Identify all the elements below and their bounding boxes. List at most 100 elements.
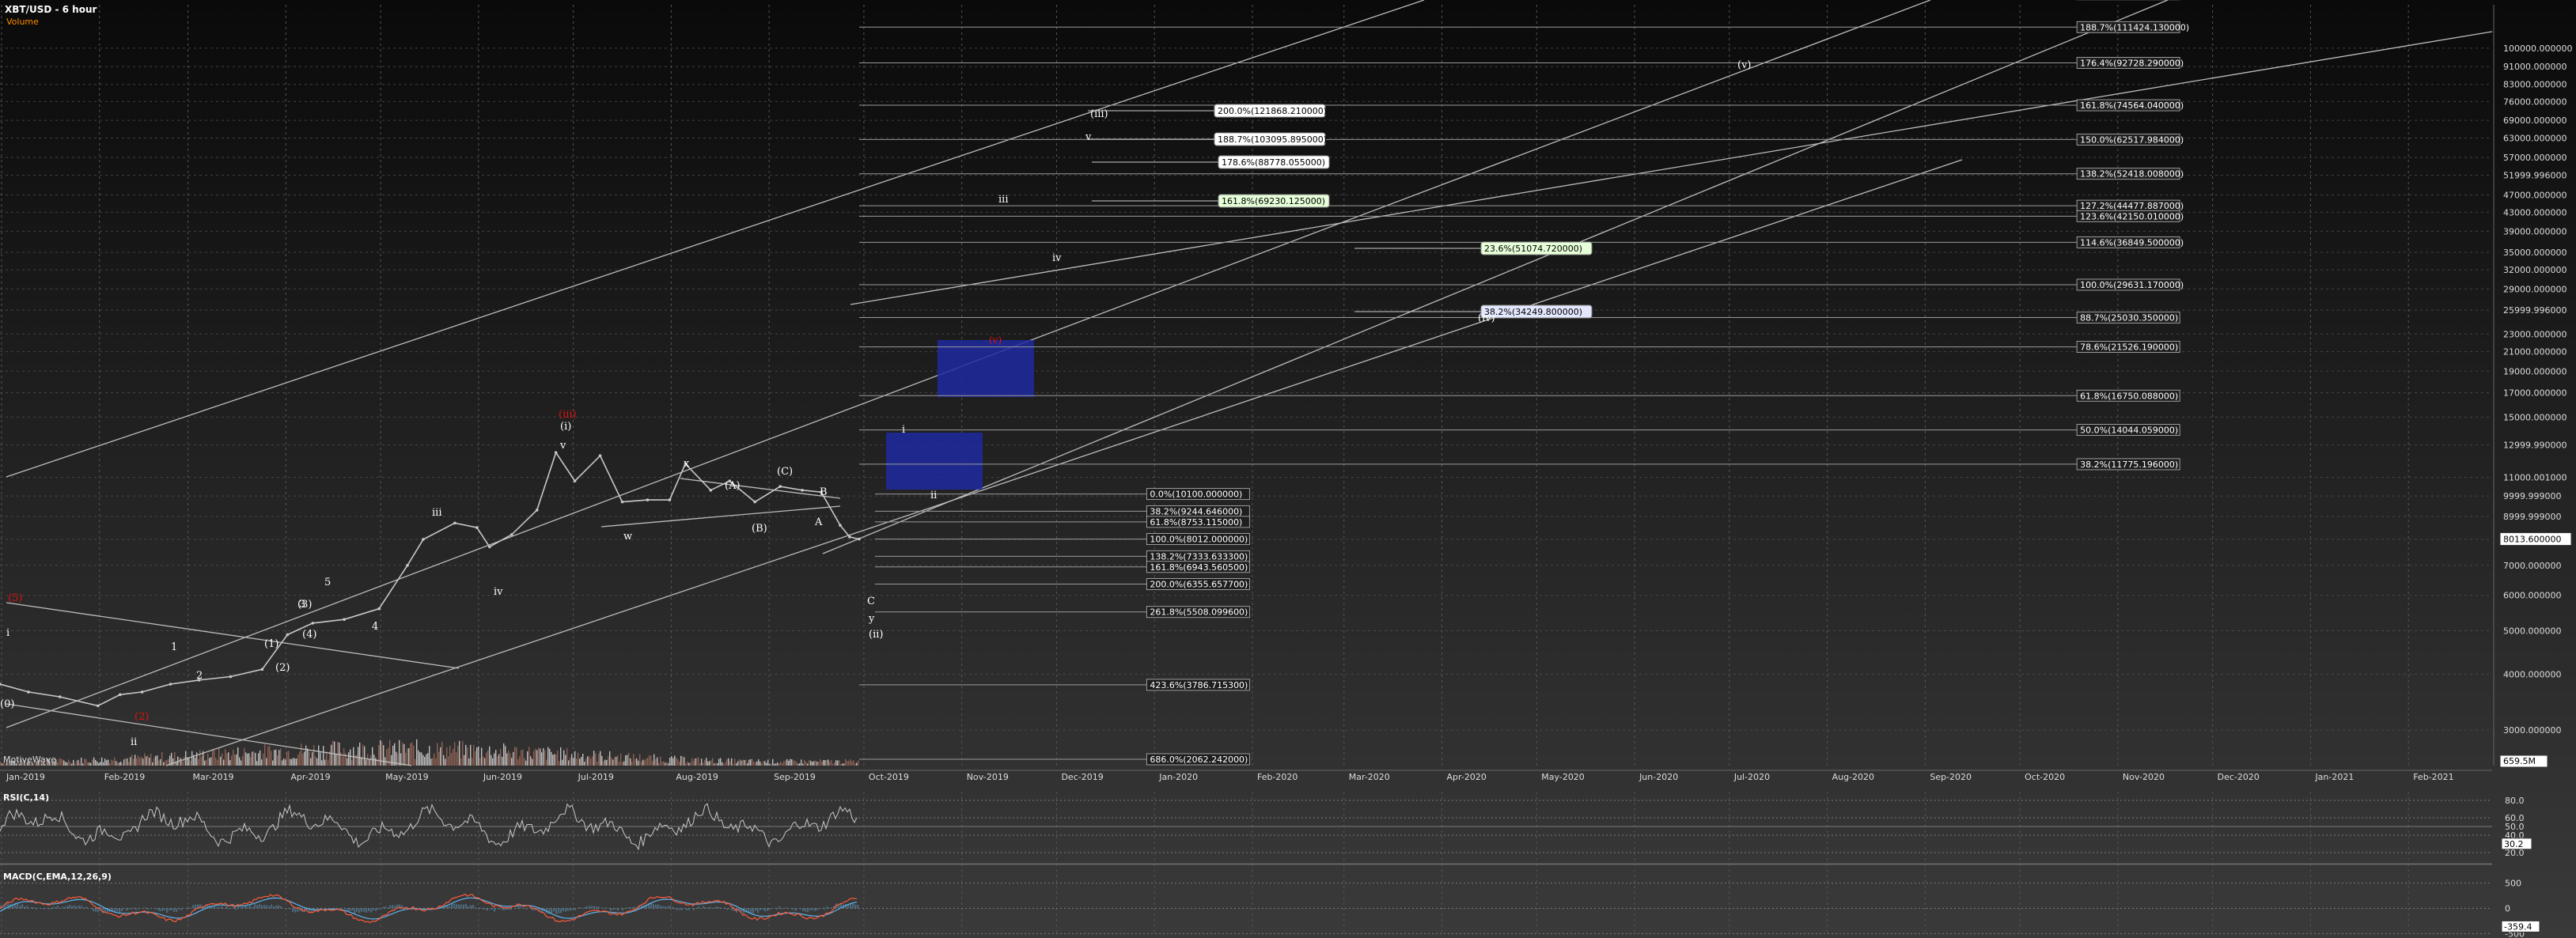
volume-bar — [440, 747, 441, 766]
price-axis-label: 91000.000000 — [2503, 62, 2567, 72]
time-axis-label: Apr-2019 — [290, 772, 330, 782]
macd-histogram-bar — [581, 907, 584, 909]
volume-bar — [723, 763, 725, 766]
macd-histogram-bar — [375, 908, 377, 911]
volume-bar — [611, 757, 612, 766]
volume-bar — [813, 761, 815, 766]
volume-bar — [630, 758, 631, 766]
volume-bar — [674, 755, 676, 766]
fib-level-label: 61.8%(16750.088000) — [2080, 391, 2178, 401]
wave-label: iii — [432, 507, 441, 519]
price-axis-label: 23000.000000 — [2503, 329, 2567, 339]
volume-bar — [661, 762, 663, 766]
macd-histogram-bar — [681, 908, 684, 910]
volume-bar — [785, 760, 786, 766]
volume-bar — [278, 750, 280, 766]
volume-bar — [123, 759, 125, 766]
price-point — [169, 683, 172, 686]
target-zone — [886, 433, 983, 490]
volume-bar — [57, 762, 59, 766]
volume-bar — [291, 758, 293, 766]
macd-histogram-bar — [662, 906, 665, 909]
macd-histogram-bar — [465, 904, 468, 909]
volume-bar — [584, 762, 585, 766]
time-axis-label: May-2020 — [1541, 772, 1585, 782]
volume-bar — [476, 747, 478, 766]
macd-histogram-bar — [370, 908, 373, 913]
macd-histogram-bar — [380, 908, 382, 910]
volume-bar — [419, 751, 421, 766]
macd-histogram-bar — [762, 908, 764, 910]
macd-histogram-bar — [551, 908, 553, 913]
chart-canvas[interactable]: 200.0%(131904.970000)188.7%(111424.13000… — [0, 0, 2576, 938]
volume-bar — [778, 762, 780, 766]
macd-histogram-bar — [506, 908, 508, 910]
macd-histogram-bar — [228, 908, 230, 910]
volume-bar — [516, 747, 517, 766]
macd-histogram-bar — [235, 908, 237, 910]
fib-level-label: 161.8%(6943.560500) — [1150, 562, 1248, 573]
fib-level-label: 123.6%(42150.010000) — [2080, 211, 2184, 221]
volume-bar — [712, 758, 714, 766]
volume-bar — [74, 762, 76, 766]
volume-bar — [196, 752, 198, 766]
volume-bar — [429, 746, 430, 766]
volume-subtitle: Volume — [6, 17, 39, 27]
volume-bar — [275, 749, 277, 766]
volume-bar — [530, 756, 532, 766]
macd-histogram-bar — [503, 908, 506, 911]
volume-bar — [543, 747, 544, 766]
volume-bar — [381, 741, 383, 766]
volume-bar — [576, 758, 578, 766]
volume-bar — [228, 752, 229, 766]
volume-bar — [389, 739, 391, 766]
volume-bar — [799, 762, 801, 766]
volume-bar — [845, 758, 847, 766]
macd-histogram-bar — [97, 908, 100, 913]
macd-histogram-bar — [131, 908, 133, 910]
volume-bar — [710, 760, 712, 766]
volume-bar — [274, 750, 275, 766]
macd-histogram-bar — [714, 906, 717, 909]
macd-histogram-bar — [726, 908, 729, 910]
macd-histogram-bar — [489, 908, 491, 910]
volume-bar — [517, 758, 519, 766]
target-label: 200.0%(121868.210000) — [1218, 106, 1327, 116]
volume-bar — [623, 761, 625, 766]
fib-level-label: 138.2%(7333.633300) — [1150, 551, 1248, 562]
macd-histogram-bar — [147, 908, 150, 910]
macd-histogram-bar — [78, 905, 81, 909]
volume-bar — [443, 755, 445, 766]
volume-bar — [405, 752, 407, 766]
volume-bar — [486, 752, 487, 766]
volume-bar — [318, 745, 320, 766]
volume-bar — [658, 762, 660, 766]
wave-label: iv — [1052, 252, 1062, 264]
wave-label: i — [902, 424, 905, 436]
price-axis-label: 8999.999000 — [2503, 512, 2561, 522]
volume-bar — [742, 759, 744, 766]
volume-bar — [112, 760, 114, 766]
volume-bar — [84, 758, 85, 766]
volume-bar — [316, 758, 318, 766]
volume-bar — [609, 751, 611, 766]
volume-bar — [285, 759, 286, 766]
volume-bar — [514, 747, 516, 766]
volume-bar — [704, 760, 706, 766]
volume-bar — [297, 755, 299, 766]
wave-label: (iii) — [1090, 108, 1108, 120]
macd-histogram-bar — [657, 904, 660, 909]
volume-bar — [459, 740, 460, 766]
volume-bar — [432, 758, 434, 766]
macd-histogram-bar — [598, 906, 600, 909]
volume-bar — [462, 740, 464, 766]
volume-bar — [457, 746, 459, 766]
volume-bar — [707, 761, 709, 766]
time-axis-label: Dec-2020 — [2218, 772, 2260, 782]
macd-histogram-bar — [790, 908, 793, 910]
price-point — [27, 690, 30, 694]
macd-histogram-bar — [778, 906, 781, 909]
volume-bar — [304, 751, 305, 766]
volume-bar — [313, 745, 315, 766]
volume-bar — [728, 758, 729, 766]
